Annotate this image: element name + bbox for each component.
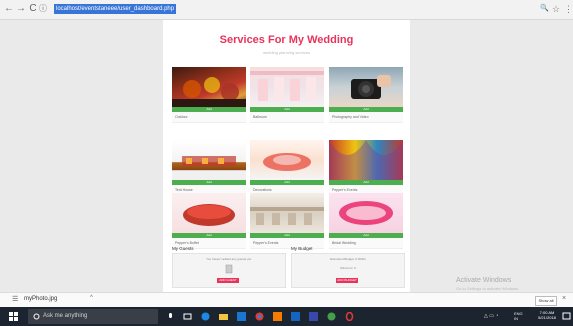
budget-amount: Minimum: 0	[340, 266, 356, 270]
taskbar-search-box[interactable]: Ask me anything	[28, 309, 158, 324]
address-bar[interactable]: localhost/eventstaneee/user_dashboard.ph…	[48, 3, 528, 15]
guests-empty-text: You haven't added any guests yet.	[206, 257, 252, 261]
service-card: Add Tent House	[172, 140, 246, 196]
guests-panel: You haven't added any guests yet. ADD GU…	[172, 253, 286, 288]
activate-windows-watermark: Activate Windows	[456, 277, 512, 284]
service-card: Add Pepper's Buffet	[172, 193, 246, 249]
back-arrow-icon[interactable]: ←	[3, 3, 15, 15]
budget-panel: Estimated Budget: 0.00/Rs Minimum: 0 ADD…	[291, 253, 405, 288]
page-title: Services For My Wedding	[219, 34, 354, 46]
system-tray-icons[interactable]: △ ▭ ◔	[484, 313, 498, 319]
store-icon[interactable]	[237, 312, 246, 321]
camera-photo	[329, 67, 403, 107]
page-subtitle: wedding planning services	[263, 50, 310, 55]
opera-icon[interactable]	[345, 312, 354, 321]
reception-hall-icon	[250, 71, 324, 101]
add-guest-button[interactable]: ADD GUEST	[217, 278, 239, 283]
decorations-icon	[263, 153, 311, 171]
app-blue-icon[interactable]	[291, 312, 300, 321]
guest-placeholder-icon	[225, 264, 233, 274]
catering-photo	[172, 67, 246, 107]
taskbar-clock[interactable]: 7:00 AM 5/21/2018	[536, 310, 558, 320]
clock-date: 5/21/2018	[538, 315, 556, 320]
edge-browser-icon[interactable]	[201, 312, 210, 321]
chevron-up-icon[interactable]: ^	[90, 295, 93, 301]
decorations-photo	[250, 140, 324, 180]
taskbar: Ask me anything △ ▭ ◔ ENG IN 7:00 AM 5/2…	[0, 307, 573, 326]
table-setting-icon	[250, 207, 324, 225]
microphone-icon[interactable]	[166, 312, 175, 321]
add-budget-button[interactable]: ADD BUDGET	[336, 278, 358, 283]
browser-menu-icon[interactable]: ⋮	[564, 4, 573, 14]
budget-heading: My Budget	[291, 246, 313, 251]
app-orange-icon[interactable]	[273, 312, 282, 321]
service-name: Photography and Video	[329, 112, 403, 123]
close-icon[interactable]: ×	[562, 295, 566, 302]
language-indicator[interactable]: ENG IN	[514, 311, 523, 321]
service-card: Add Photography and Video	[329, 67, 403, 123]
budget-estimate-text: Estimated Budget: 0.00/Rs	[330, 257, 366, 261]
red-cake-icon	[183, 204, 235, 226]
service-card: Add Decorations	[250, 140, 324, 196]
page-viewport: Services For My Wedding wedding planning…	[0, 20, 573, 292]
wedding-heart-icon	[339, 201, 393, 225]
bookmark-star-icon[interactable]: ☆	[552, 4, 560, 14]
forward-arrow-icon[interactable]: →	[15, 3, 27, 15]
service-card: Add Outdoor	[172, 67, 246, 123]
service-name: Bridal Wedding	[329, 238, 403, 249]
camera-icon	[351, 75, 391, 99]
catering-food-icon	[172, 77, 246, 107]
file-explorer-icon[interactable]	[219, 312, 228, 321]
tent-house-icon	[182, 156, 236, 166]
guests-heading: My Guests	[172, 246, 194, 251]
service-card: Add Pepper's Events	[250, 193, 324, 249]
dashboard-card: Services For My Wedding wedding planning…	[163, 20, 410, 292]
activate-windows-hint: Go to Settings to activate Windows.	[456, 286, 520, 291]
download-file-name[interactable]: myPhoto.jpg	[24, 296, 57, 302]
file-icon: ☰	[12, 296, 19, 303]
zoom-icon[interactable]: 🔍	[540, 4, 549, 14]
service-card: Add Pepper's Events	[329, 140, 403, 196]
events-photo	[329, 140, 403, 180]
url-text[interactable]: localhost/eventstaneee/user_dashboard.ph…	[54, 4, 177, 14]
events2-photo	[250, 193, 324, 233]
colorful-drapes-icon	[329, 140, 403, 180]
service-card: Add Ballroom	[250, 67, 324, 123]
task-view-icon[interactable]	[183, 312, 192, 321]
service-name: Outdoor	[172, 112, 246, 123]
app-navy-icon[interactable]	[309, 312, 318, 321]
notification-icon[interactable]	[562, 312, 571, 321]
windows-start-icon[interactable]	[9, 312, 18, 321]
taskbar-search-placeholder: Ask me anything	[43, 313, 88, 319]
download-bar: ☰ myPhoto.jpg ^ Show all ×	[0, 292, 573, 308]
wedding-sign-photo	[329, 193, 403, 233]
region-label: IN	[514, 316, 518, 321]
buffet-photo	[172, 193, 246, 233]
service-name: Ballroom	[250, 112, 324, 123]
show-all-button[interactable]: Show all	[535, 296, 557, 306]
chrome-icon[interactable]	[255, 312, 264, 321]
reception-photo	[250, 67, 324, 107]
app-green-icon[interactable]	[327, 312, 336, 321]
cortana-icon	[33, 313, 40, 320]
tent-house-photo	[172, 140, 246, 180]
browser-toolbar: ← → C ⓘ localhost/eventstaneee/user_dash…	[0, 0, 573, 20]
service-card: Add Bridal Wedding	[329, 193, 403, 249]
